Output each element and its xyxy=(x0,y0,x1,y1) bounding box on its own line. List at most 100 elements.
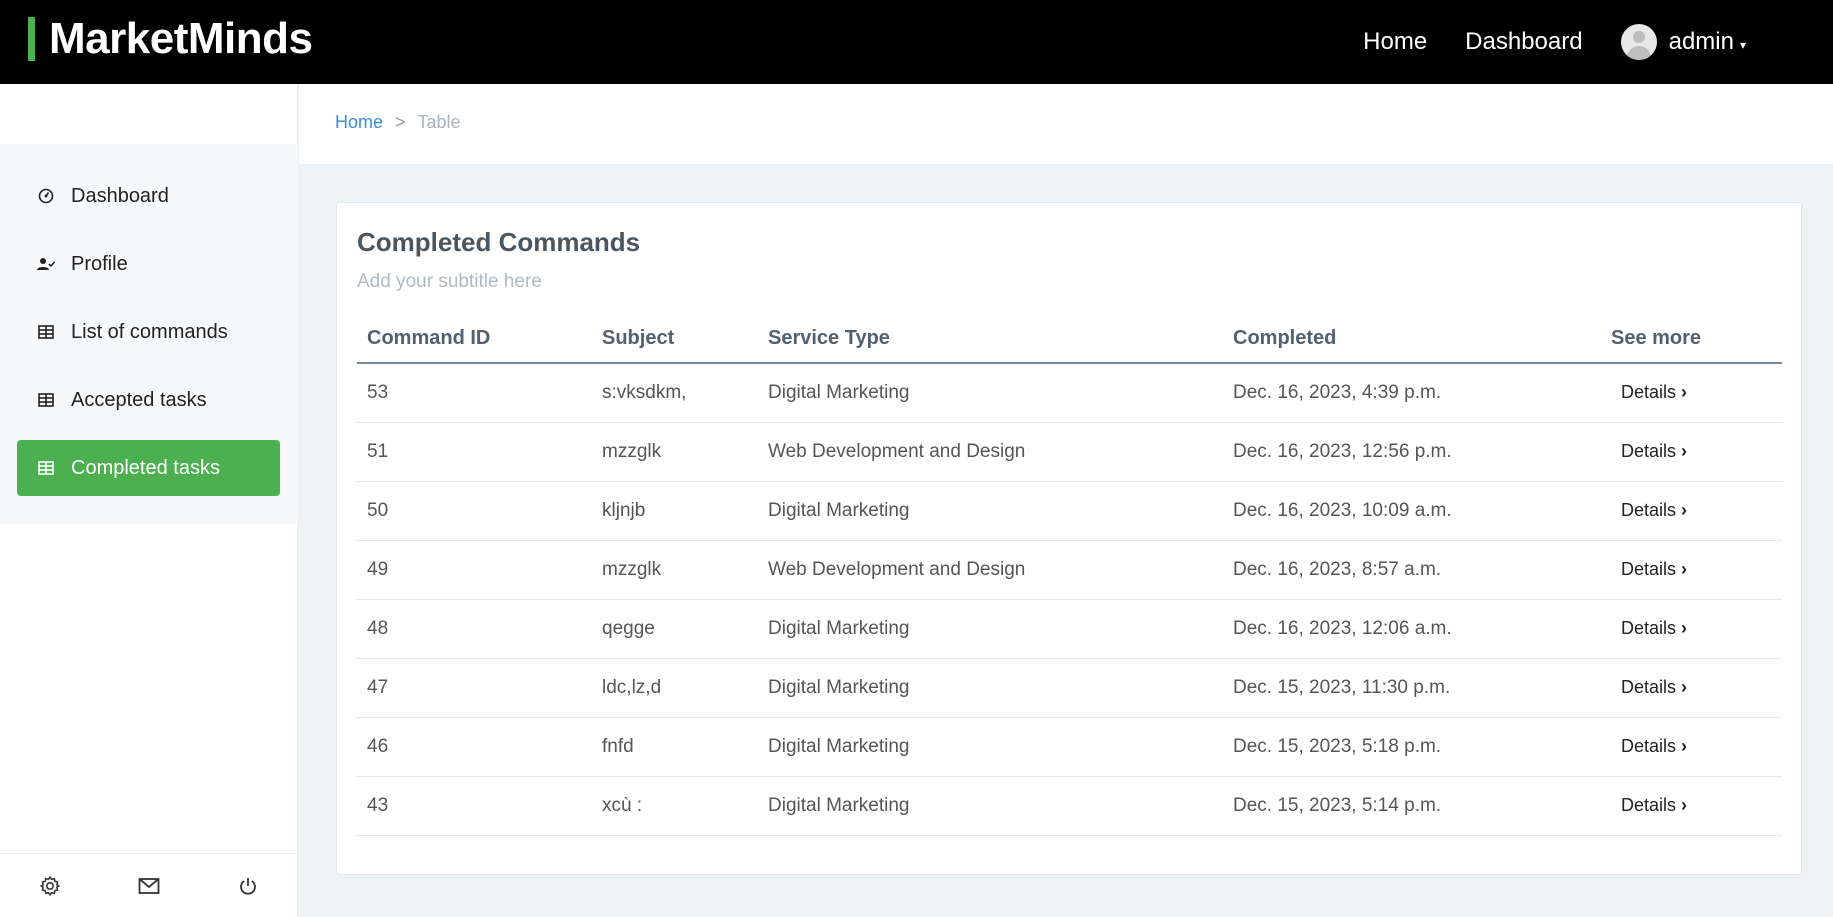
table-row: 43 xcù : Digital Marketing Dec. 15, 2023, 5… xyxy=(357,776,1782,836)
table-row: 49 mzzglk Web Development and Design Dec. 1… xyxy=(357,540,1782,600)
details-label: Details xyxy=(1621,440,1677,461)
card-subtitle: Add your subtitle here xyxy=(357,271,542,292)
cell-subject: kljnjb xyxy=(592,481,758,541)
sidebar-item-list-of-commands[interactable]: List of commands xyxy=(17,304,280,360)
column-header-service-type[interactable]: Service Type xyxy=(758,315,1223,364)
user-check-icon xyxy=(37,255,55,273)
details-label: Details xyxy=(1621,617,1677,638)
cell-subject: mzzglk xyxy=(592,540,758,600)
sidebar-item-dashboard[interactable]: Dashboard xyxy=(17,168,280,224)
cell-service-type: Web Development and Design xyxy=(758,540,1223,600)
cell-command-id: 46 xyxy=(357,717,592,777)
cell-completed: Dec. 15, 2023, 11:30 p.m. xyxy=(1223,658,1601,718)
details-button[interactable]: Details › xyxy=(1621,382,1687,403)
commands-table: Command ID Subject Service Type Complete… xyxy=(357,315,1782,836)
chevron-right-icon: › xyxy=(1681,558,1688,579)
cell-command-id: 51 xyxy=(357,422,592,482)
details-button[interactable]: Details › xyxy=(1621,441,1687,462)
table-row: 51 mzzglk Web Development and Design Dec. 1… xyxy=(357,422,1782,482)
sidebar: Dashboard Profile List of commands Accep… xyxy=(0,84,298,917)
chevron-right-icon: › xyxy=(1681,794,1688,815)
details-label: Details xyxy=(1621,676,1677,697)
sidebar-item-label: Dashboard xyxy=(71,184,169,207)
cell-completed: Dec. 15, 2023, 5:14 p.m. xyxy=(1223,776,1601,836)
cell-see-more: Details › xyxy=(1601,481,1782,541)
cell-service-type: Digital Marketing xyxy=(758,481,1223,541)
breadcrumb: Home > Table xyxy=(335,112,461,133)
cell-completed: Dec. 16, 2023, 12:06 a.m. xyxy=(1223,599,1601,659)
details-label: Details xyxy=(1621,794,1677,815)
chevron-right-icon: › xyxy=(1681,381,1688,402)
details-label: Details xyxy=(1621,558,1677,579)
column-header-completed[interactable]: Completed xyxy=(1223,315,1601,364)
cell-subject: mzzglk xyxy=(592,422,758,482)
chevron-right-icon: › xyxy=(1681,617,1688,638)
sidebar-item-accepted-tasks[interactable]: Accepted tasks xyxy=(17,372,280,428)
cell-command-id: 48 xyxy=(357,599,592,659)
breadcrumb-home-link[interactable]: Home xyxy=(335,112,383,133)
table-icon xyxy=(37,391,55,409)
cell-command-id: 43 xyxy=(357,776,592,836)
user-name: admin xyxy=(1668,28,1734,55)
breadcrumb-current: Table xyxy=(417,112,461,132)
chevron-right-icon: › xyxy=(1681,735,1688,756)
details-label: Details xyxy=(1621,735,1677,756)
cell-service-type: Digital Marketing xyxy=(758,599,1223,659)
column-header-command-id[interactable]: Command ID xyxy=(357,315,592,364)
chevron-right-icon: › xyxy=(1681,676,1688,697)
mail-icon[interactable] xyxy=(136,873,162,899)
sidebar-item-label: Profile xyxy=(71,252,128,275)
cell-see-more: Details › xyxy=(1601,363,1782,423)
sidebar-item-label: Accepted tasks xyxy=(71,388,207,411)
nav-dashboard-link[interactable]: Dashboard xyxy=(1465,28,1582,56)
cell-completed: Dec. 16, 2023, 12:56 p.m. xyxy=(1223,422,1601,482)
cell-completed: Dec. 16, 2023, 4:39 p.m. xyxy=(1223,363,1601,423)
cell-subject: qegge xyxy=(592,599,758,659)
cell-see-more: Details › xyxy=(1601,599,1782,659)
cell-service-type: Digital Marketing xyxy=(758,776,1223,836)
cell-see-more: Details › xyxy=(1601,422,1782,482)
details-button[interactable]: Details › xyxy=(1621,677,1687,698)
cell-service-type: Digital Marketing xyxy=(758,717,1223,777)
details-button[interactable]: Details › xyxy=(1621,618,1687,639)
sidebar-item-label: List of commands xyxy=(71,320,228,343)
brand-name: MarketMinds xyxy=(49,14,313,63)
brand-logo[interactable]: MarketMinds xyxy=(28,14,313,63)
table-icon xyxy=(37,459,55,477)
chevron-right-icon: › xyxy=(1681,440,1688,461)
column-header-see-more[interactable]: See more xyxy=(1601,315,1782,364)
sidebar-item-profile[interactable]: Profile xyxy=(17,236,280,292)
table-header-row: Command ID Subject Service Type Complete… xyxy=(357,315,1782,364)
details-button[interactable]: Details › xyxy=(1621,559,1687,580)
settings-gear-icon[interactable] xyxy=(37,873,63,899)
details-button[interactable]: Details › xyxy=(1621,795,1687,816)
avatar xyxy=(1620,24,1657,60)
sidebar-item-completed-tasks[interactable]: Completed tasks xyxy=(17,440,280,496)
cell-command-id: 47 xyxy=(357,658,592,718)
chevron-right-icon: > xyxy=(395,112,406,132)
cell-subject: xcù : xyxy=(592,776,758,836)
dashboard-gauge-icon xyxy=(37,187,55,205)
breadcrumb-bar: Home > Table xyxy=(299,84,1833,164)
details-label: Details xyxy=(1621,381,1677,402)
table-row: 47 ldc,lz,d Digital Marketing Dec. 15, 2023… xyxy=(357,658,1782,718)
details-button[interactable]: Details › xyxy=(1621,736,1687,757)
top-navbar: MarketMinds Home Dashboard admin ▾ xyxy=(0,0,1833,84)
cell-see-more: Details › xyxy=(1601,658,1782,718)
user-menu[interactable]: admin ▾ xyxy=(1620,24,1746,60)
completed-commands-card: Completed Commands Add your subtitle her… xyxy=(336,202,1802,875)
caret-down-icon: ▾ xyxy=(1739,38,1746,52)
sidebar-item-label: Completed tasks xyxy=(71,456,220,479)
table-row: 48 qegge Digital Marketing Dec. 16, 2023, 1… xyxy=(357,599,1782,659)
column-header-subject[interactable]: Subject xyxy=(592,315,758,364)
cell-completed: Dec. 15, 2023, 5:18 p.m. xyxy=(1223,717,1601,777)
cell-service-type: Digital Marketing xyxy=(758,658,1223,718)
table-row: 46 fnfd Digital Marketing Dec. 15, 2023, 5:… xyxy=(357,717,1782,777)
power-icon[interactable] xyxy=(235,873,261,899)
brand-accent-bar xyxy=(28,17,35,61)
details-label: Details xyxy=(1621,499,1677,520)
details-button[interactable]: Details › xyxy=(1621,500,1687,521)
sidebar-footer xyxy=(0,853,298,917)
nav-home-link[interactable]: Home xyxy=(1363,28,1427,56)
cell-see-more: Details › xyxy=(1601,776,1782,836)
